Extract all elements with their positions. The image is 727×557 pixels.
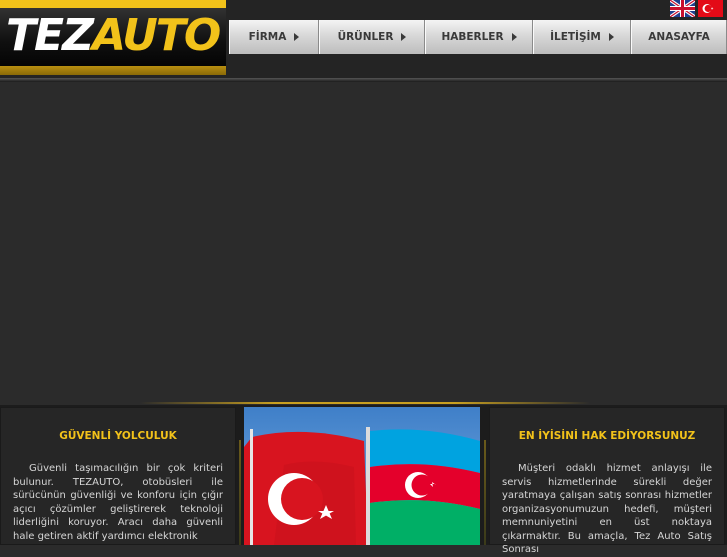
uk-flag-icon[interactable] bbox=[670, 0, 695, 17]
feature-box-safe-travel: GÜVENLİ YOLCULUK Güvenli taşımacılığın b… bbox=[0, 407, 236, 545]
column-separator bbox=[239, 440, 241, 545]
nav-item-urunler[interactable]: ÜRÜNLER bbox=[319, 20, 425, 54]
arrow-right-icon bbox=[294, 33, 300, 41]
logo-gold-band-bottom bbox=[0, 66, 226, 75]
feature-box-best-service: EN İYİSİNİ HAK EDİYORSUNUZ Müşteri odakl… bbox=[489, 407, 725, 555]
feature-box-text: Güvenli taşımacılığın bir çok kriteri bu… bbox=[13, 463, 223, 542]
nav-item-firma[interactable]: FİRMA bbox=[229, 20, 319, 54]
site-logo[interactable]: TEZ AUTO bbox=[0, 0, 226, 75]
logo-text-primary: TEZ bbox=[6, 10, 94, 61]
nav-item-label: FİRMA bbox=[248, 31, 287, 43]
logo-gold-band-top bbox=[0, 0, 226, 8]
turkey-azerbaijan-flags-image bbox=[244, 407, 480, 545]
nav-item-iletisim[interactable]: İLETİŞİM bbox=[533, 20, 631, 54]
column-separator bbox=[484, 440, 486, 545]
turkey-flag-icon[interactable] bbox=[698, 0, 723, 17]
nav-item-label: HABERLER bbox=[441, 31, 504, 43]
nav-item-label: İLETİŞİM bbox=[550, 31, 601, 43]
logo-text-accent: AUTO bbox=[92, 10, 221, 61]
nav-item-label: ÜRÜNLER bbox=[337, 31, 394, 43]
nav-item-haberler[interactable]: HABERLER bbox=[425, 20, 533, 54]
nav-item-label: ANASAYFA bbox=[648, 31, 710, 43]
feature-box-title: GÜVENLİ YOLCULUK bbox=[59, 430, 177, 442]
header-divider bbox=[0, 78, 727, 82]
feature-box-title: EN İYİSİNİ HAK EDİYORSUNUZ bbox=[518, 430, 696, 442]
gold-divider-line bbox=[140, 402, 590, 404]
site-header: TEZ AUTO FİRMA ÜRÜNLER HABERLER İLETİŞİM… bbox=[0, 0, 727, 78]
arrow-right-icon bbox=[608, 33, 614, 41]
main-banner-area bbox=[0, 84, 727, 401]
nav-item-anasayfa[interactable]: ANASAYFA bbox=[631, 20, 727, 54]
main-nav: FİRMA ÜRÜNLER HABERLER İLETİŞİM ANASAYFA bbox=[229, 20, 727, 54]
feature-box-text: Müşteri odaklı hizmet anlayışı ile servi… bbox=[502, 463, 712, 555]
arrow-right-icon bbox=[401, 33, 407, 41]
arrow-right-icon bbox=[511, 33, 517, 41]
